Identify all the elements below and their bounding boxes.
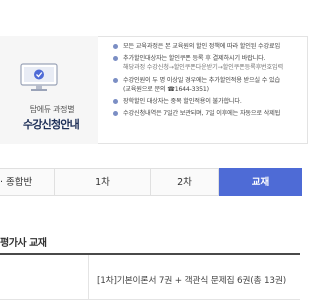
bullet-icon [113, 99, 118, 105]
bullet-icon [113, 111, 118, 117]
bullet-icon [113, 77, 118, 83]
course-notice-box: 탑에듀 과정별 수강신청안내 모든 교육과정은 본 교육원의 할인 정책에 따라… [0, 0, 308, 152]
tab-first-exam[interactable]: 1차 [55, 169, 151, 196]
bullet-icon [113, 56, 118, 62]
bullet-icon [113, 44, 118, 49]
notice-item: 수강신청내역은 7일간 보관되며, 7일 이후에는 자동으로 삭제됩 [112, 109, 312, 118]
course-tabs: · 종합반 1차 2차 교재 [0, 168, 302, 196]
column-divider [88, 255, 89, 300]
tab-textbook[interactable]: 교재 [219, 168, 302, 196]
monitor-icon [20, 63, 58, 91]
notice-title: 수강신청안내 [23, 118, 80, 131]
notice-list: 모든 교육과정은 본 교육원의 할인 정책에 따라 할인된 수강료입 추가할인대… [112, 42, 312, 118]
section-title: 평가사 교재 [0, 238, 47, 249]
tab-combined[interactable]: · 종합반 [0, 169, 55, 196]
notice-item: 모든 교육과정은 본 교육원의 할인 정책에 따라 할인된 수강료입 [112, 42, 312, 51]
product-name[interactable]: [1차]기본이론서 7권 + 객관식 문제집 6권(총 13권) [97, 273, 286, 286]
notice-subtitle: 탑에듀 과정별 [29, 105, 75, 114]
table-row: [1차]기본이론서 7권 + 객관식 문제집 6권(총 13권) [0, 255, 300, 300]
notice-item: 장학할인 대상자는 중복 할인적용이 불가합니다. [112, 97, 312, 106]
notice-item-detail: (교육원으로 문의 ☎1644-3351) [123, 85, 209, 93]
notice-item: 수강인원이 두 명 이상일 경우에는 추가할인적용 받으실 수 있습 [112, 76, 312, 85]
notice-item: 추가할인대상자는 할인쿠폰 등록 후 결제하시기 바랍니다. [112, 54, 312, 63]
tab-second-exam[interactable]: 2차 [151, 169, 219, 196]
notice-item-detail: 해당과정 수강신청→할인쿠폰다운받기→할인쿠폰등록후번호입력 [123, 64, 284, 72]
